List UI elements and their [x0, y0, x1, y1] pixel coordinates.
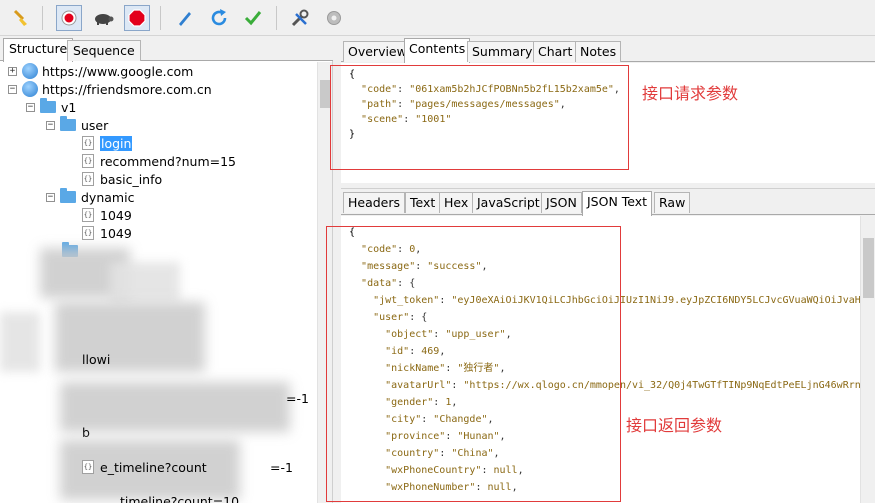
collapse-icon[interactable]: −: [46, 120, 55, 130]
json-file-icon: {}: [82, 136, 94, 150]
request-annotation-box: [330, 65, 629, 170]
tree-row-request[interactable]: {} e_timeline?count: [82, 458, 207, 476]
collapse-icon[interactable]: −: [46, 192, 55, 202]
collapse-icon[interactable]: −: [26, 102, 35, 112]
json-file-icon: {}: [82, 226, 94, 240]
tree-row-request[interactable]: b: [82, 423, 90, 441]
request-annotation-label: 接口请求参数: [642, 84, 739, 103]
request-tab-strip: Overview Contents Summary Chart Notes: [341, 37, 875, 63]
left-panel: Structure Sequence + https://www.google.…: [0, 37, 333, 503]
json-file-icon: {}: [82, 208, 94, 222]
blurred-region: [110, 262, 180, 302]
response-annotation-label: 接口返回参数: [626, 416, 723, 435]
host-label: https://www.google.com: [42, 63, 194, 79]
folder-label: user: [81, 117, 109, 133]
tree-row-request[interactable]: {} basic_info: [82, 170, 162, 188]
folder-label: dynamic: [81, 189, 135, 205]
folder-icon: [40, 98, 56, 113]
broom-icon[interactable]: [8, 5, 34, 31]
tab-text[interactable]: Text: [405, 192, 441, 213]
tab-headers[interactable]: Headers: [343, 192, 406, 213]
folder-icon: [60, 116, 76, 131]
tree-row-request[interactable]: {} recommend?num=15: [82, 152, 236, 170]
refresh-icon[interactable]: [206, 5, 232, 31]
response-tab-strip: Headers Text Hex JavaScript JSON JSON Te…: [341, 188, 875, 216]
response-scrollbar[interactable]: [860, 216, 875, 503]
tab-json[interactable]: JSON: [541, 192, 582, 213]
json-file-icon: {}: [82, 460, 94, 474]
globe-icon: [22, 63, 38, 79]
request-label: 1049: [100, 225, 132, 241]
globe-icon: [22, 81, 38, 97]
tools-icon[interactable]: [287, 5, 313, 31]
tree-row-host[interactable]: + https://www.google.com: [8, 62, 193, 80]
tab-notes[interactable]: Notes: [575, 41, 622, 62]
collapse-icon[interactable]: −: [8, 84, 17, 94]
check-icon[interactable]: [240, 5, 266, 31]
request-label: recommend?num=15: [100, 153, 237, 169]
tab-contents[interactable]: Contents: [404, 38, 471, 63]
blurred-region: [55, 302, 205, 372]
tree-row-folder[interactable]: − dynamic: [46, 188, 134, 206]
toolbar: [0, 0, 875, 36]
turtle-icon[interactable]: [90, 5, 116, 31]
settings-icon[interactable]: [321, 5, 347, 31]
tree-row-request[interactable]: =-1: [270, 458, 293, 476]
tree-row-folder[interactable]: − v1: [26, 98, 76, 116]
tree-row-request[interactable]: {} login: [82, 134, 134, 152]
tree-row-request[interactable]: {} 1049: [82, 224, 132, 242]
left-tab-strip: Structure Sequence: [0, 37, 333, 62]
tab-structure[interactable]: Structure: [3, 38, 74, 62]
request-label: llowi: [82, 351, 111, 367]
json-file-icon: {}: [82, 154, 94, 168]
record-icon[interactable]: [56, 5, 82, 31]
response-annotation-box: [326, 226, 621, 502]
tree-row-host[interactable]: − https://friendsmore.com.cn: [8, 80, 212, 98]
pen-icon[interactable]: [172, 5, 198, 31]
tab-raw[interactable]: Raw: [654, 192, 691, 213]
request-label: 1049: [100, 207, 132, 223]
tab-chart[interactable]: Chart: [533, 41, 578, 62]
folder-label: v1: [61, 99, 77, 115]
blurred-region: [60, 382, 290, 432]
tree-row-request[interactable]: {} 1049: [82, 206, 132, 224]
folder-icon: [60, 188, 76, 203]
tree-row-request[interactable]: timeline?count=10: [120, 492, 239, 503]
tab-overview[interactable]: Overview: [343, 41, 412, 62]
request-label: b: [82, 424, 90, 440]
expand-icon[interactable]: +: [8, 66, 17, 76]
tab-javascript[interactable]: JavaScript: [472, 192, 545, 213]
request-label: login: [98, 134, 134, 152]
tab-summary[interactable]: Summary: [467, 41, 538, 62]
session-tree: + https://www.google.com − https://frien…: [0, 62, 318, 503]
tab-hex[interactable]: Hex: [439, 192, 474, 213]
request-label: e_timeline?count: [100, 459, 207, 475]
json-file-icon: {}: [82, 172, 94, 186]
blurred-region: [0, 312, 40, 372]
request-label: basic_info: [100, 171, 163, 187]
host-label: https://friendsmore.com.cn: [42, 81, 212, 97]
tab-json-text[interactable]: JSON Text: [582, 191, 653, 216]
tree-row-request[interactable]: llowi: [82, 350, 110, 368]
stop-icon[interactable]: [124, 5, 150, 31]
tree-row-folder[interactable]: − user: [46, 116, 108, 134]
scrollbar-thumb[interactable]: [863, 238, 874, 298]
request-label: =-1: [286, 390, 309, 406]
request-label: timeline?count=10: [120, 493, 240, 503]
tab-sequence[interactable]: Sequence: [67, 40, 141, 61]
request-label: =-1: [270, 459, 293, 475]
tree-row-request[interactable]: =-1: [286, 389, 309, 407]
